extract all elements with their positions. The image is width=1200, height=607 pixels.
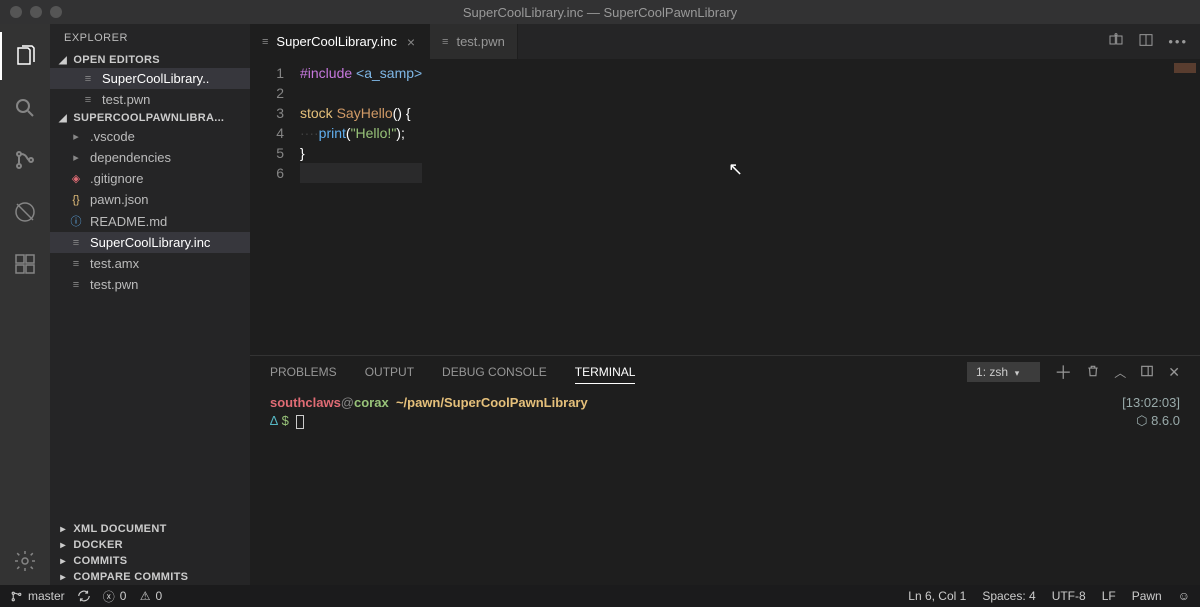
chevron-right-icon: ▸ bbox=[68, 130, 84, 143]
file-item[interactable]: ≡SuperCoolLibrary.inc bbox=[50, 232, 250, 253]
file-icon: ≡ bbox=[80, 94, 96, 106]
code-line[interactable]: #include <a_samp> bbox=[300, 63, 422, 83]
minimap[interactable] bbox=[1120, 59, 1200, 355]
move-panel-icon[interactable] bbox=[1140, 364, 1154, 381]
settings-gear-icon[interactable] bbox=[0, 537, 50, 585]
activity-bar bbox=[0, 24, 50, 585]
compare-icon[interactable] bbox=[1108, 32, 1124, 51]
code-editor[interactable]: 123456 #include <a_samp> stock SayHello(… bbox=[250, 59, 1200, 355]
bottom-panel: PROBLEMS OUTPUT DEBUG CONSOLE TERMINAL 1: z… bbox=[250, 355, 1200, 585]
cursor-position[interactable]: Ln 6, Col 1 bbox=[908, 589, 966, 603]
editor-tab[interactable]: ≡SuperCoolLibrary.inc× bbox=[250, 24, 430, 59]
terminal-time: [13:02:03] bbox=[1122, 394, 1180, 412]
feedback-icon[interactable]: ☺ bbox=[1178, 589, 1190, 603]
error-icon: ⓧ bbox=[103, 588, 115, 605]
more-actions-icon[interactable]: ••• bbox=[1168, 34, 1188, 49]
open-editors-header[interactable]: ◢ OPEN EDITORS bbox=[50, 52, 250, 68]
file-item[interactable]: ⓘREADME.md bbox=[50, 210, 250, 232]
code-line[interactable]: } bbox=[300, 143, 422, 163]
terminal-selector[interactable]: 1: zsh ▾ bbox=[967, 362, 1040, 382]
titlebar: SuperCoolLibrary.inc — SuperCoolPawnLibr… bbox=[0, 0, 1200, 24]
line-gutter: 123456 bbox=[250, 59, 300, 355]
split-editor-icon[interactable] bbox=[1138, 32, 1154, 51]
terminal-cursor bbox=[296, 415, 304, 429]
maximize-window-icon[interactable] bbox=[50, 6, 62, 18]
warning-icon: ⚠ bbox=[140, 589, 151, 603]
explorer-icon[interactable] bbox=[0, 32, 50, 80]
code-line[interactable]: stock SayHello() { bbox=[300, 103, 422, 123]
language-mode[interactable]: Pawn bbox=[1132, 589, 1162, 603]
file-item[interactable]: ◈.gitignore bbox=[50, 168, 250, 189]
indentation[interactable]: Spaces: 4 bbox=[982, 589, 1035, 603]
problems-indicator[interactable]: ⓧ0 ⚠0 bbox=[103, 588, 163, 605]
collapsed-section[interactable]: ▸ COMMITS bbox=[50, 553, 250, 569]
eol[interactable]: LF bbox=[1102, 589, 1116, 603]
terminal-path: ~/pawn/SuperCoolPawnLibrary bbox=[396, 395, 588, 410]
project-header[interactable]: ◢ SUPERCOOLPAWNLIBRA... bbox=[50, 110, 250, 126]
source-control-icon[interactable] bbox=[0, 136, 50, 184]
folder-item[interactable]: ▸.vscode bbox=[50, 126, 250, 147]
close-tab-icon[interactable]: × bbox=[405, 34, 417, 50]
panel-tab-terminal[interactable]: TERMINAL bbox=[575, 361, 636, 384]
close-window-icon[interactable] bbox=[10, 6, 22, 18]
window-title: SuperCoolLibrary.inc — SuperCoolPawnLibr… bbox=[0, 5, 1200, 20]
explorer-sidebar: EXPLORER ◢ OPEN EDITORS ≡SuperCoolLibrar… bbox=[50, 24, 250, 585]
file-item[interactable]: ≡test.amx bbox=[50, 253, 250, 274]
editor-tabs: ≡SuperCoolLibrary.inc×≡test.pwn ••• bbox=[250, 24, 1200, 59]
window-controls bbox=[10, 6, 62, 18]
file-icon: ≡ bbox=[68, 258, 84, 270]
close-panel-icon[interactable]: ✕ bbox=[1168, 364, 1180, 381]
panel-tabs: PROBLEMS OUTPUT DEBUG CONSOLE TERMINAL 1: z… bbox=[250, 356, 1200, 388]
minimize-window-icon[interactable] bbox=[30, 6, 42, 18]
editor-tab[interactable]: ≡test.pwn bbox=[430, 24, 518, 59]
file-item[interactable]: {}pawn.json bbox=[50, 189, 250, 210]
terminal-user: southclaws bbox=[270, 395, 341, 410]
panel-tab-output[interactable]: OUTPUT bbox=[365, 361, 414, 384]
debug-icon[interactable] bbox=[0, 188, 50, 236]
branch-indicator[interactable]: master bbox=[10, 589, 65, 603]
open-editor-item[interactable]: ≡SuperCoolLibrary.. bbox=[50, 68, 250, 89]
file-icon: ≡ bbox=[80, 73, 96, 85]
extensions-icon[interactable] bbox=[0, 240, 50, 288]
file-item[interactable]: ≡test.pwn bbox=[50, 274, 250, 295]
collapsed-section[interactable]: ▸ DOCKER bbox=[50, 537, 250, 553]
code-line[interactable]: ····print("Hello!"); bbox=[300, 123, 422, 143]
file-icon: ⓘ bbox=[68, 213, 84, 229]
code-line[interactable] bbox=[300, 83, 422, 103]
terminal-version: 8.6.0 bbox=[1151, 413, 1180, 428]
open-editor-item[interactable]: ≡test.pwn bbox=[50, 89, 250, 110]
file-icon: ≡ bbox=[68, 237, 84, 249]
sidebar-title: EXPLORER bbox=[50, 24, 250, 52]
file-icon: ≡ bbox=[68, 279, 84, 291]
encoding[interactable]: UTF-8 bbox=[1052, 589, 1086, 603]
file-icon: ◈ bbox=[68, 172, 84, 185]
editor-group: ≡SuperCoolLibrary.inc×≡test.pwn ••• 1234… bbox=[250, 24, 1200, 585]
file-icon: ≡ bbox=[262, 36, 268, 48]
search-icon[interactable] bbox=[0, 84, 50, 132]
kill-terminal-icon[interactable] bbox=[1086, 364, 1100, 381]
code-content[interactable]: #include <a_samp> stock SayHello() {····… bbox=[300, 59, 422, 355]
file-icon: {} bbox=[68, 194, 84, 206]
ring-icon: ⬡ bbox=[1136, 413, 1147, 428]
chevron-right-icon: ▸ bbox=[68, 151, 84, 164]
panel-tab-debug-console[interactable]: DEBUG CONSOLE bbox=[442, 361, 547, 384]
code-line[interactable] bbox=[300, 163, 422, 183]
maximize-panel-icon[interactable]: ︿ bbox=[1114, 364, 1126, 381]
new-terminal-icon[interactable]: ＋ bbox=[1054, 359, 1072, 385]
sync-button[interactable] bbox=[77, 589, 91, 603]
file-icon: ≡ bbox=[442, 36, 448, 48]
collapsed-section[interactable]: ▸ COMPARE COMMITS bbox=[50, 569, 250, 585]
folder-item[interactable]: ▸dependencies bbox=[50, 147, 250, 168]
panel-tab-problems[interactable]: PROBLEMS bbox=[270, 361, 337, 384]
terminal-host: corax bbox=[354, 395, 389, 410]
terminal[interactable]: southclaws@corax ~/pawn/SuperCoolPawnLib… bbox=[250, 388, 1200, 585]
collapsed-section[interactable]: ▸ XML DOCUMENT bbox=[50, 521, 250, 537]
status-bar: master ⓧ0 ⚠0 Ln 6, Col 1 Spaces: 4 UTF-8… bbox=[0, 585, 1200, 607]
mouse-cursor-icon: ↖ bbox=[728, 159, 743, 179]
